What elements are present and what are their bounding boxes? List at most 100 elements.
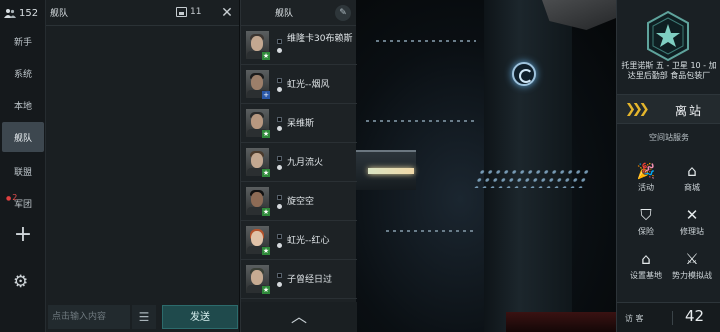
service-label: 活动 [638, 183, 654, 192]
nav-item-label: 舰队 [13, 133, 32, 144]
ship-status-icon [277, 78, 282, 83]
station-panel: 托里诺斯 五 - 卫星 10 - 加达里后勤部 食品包装厂 ❯❯❯ 离站 空间站… [616, 0, 720, 332]
undock-button[interactable]: ❯❯❯ 离站 [617, 94, 720, 124]
member-name: 子曾经日过 [287, 275, 333, 285]
service-events[interactable]: 🎉 活动 [623, 160, 669, 200]
nav-item-newbie[interactable]: 新手 [2, 26, 44, 56]
service-set-home[interactable]: ⌂ 设置基地 [623, 248, 669, 288]
chat-title: 舰队 [50, 9, 69, 19]
nav-item-label: 系统 [13, 69, 32, 80]
users-icon [4, 9, 16, 18]
undock-label: 离站 [675, 104, 704, 118]
online-status-icon [277, 126, 282, 131]
fleet-member[interactable]: ★ 九月流火 [241, 144, 357, 182]
chat-input-row: ☰ 发送 [46, 302, 240, 332]
hangar-light-strip [376, 40, 476, 42]
online-status-icon [277, 48, 282, 53]
online-status-icon [277, 282, 282, 287]
online-status-icon [277, 243, 282, 248]
star-icon: ★ [262, 247, 270, 255]
service-label: 修理站 [680, 227, 704, 236]
member-name: 虹光--烟风 [287, 80, 330, 90]
star-icon: ★ [262, 169, 270, 177]
fleet-member[interactable]: ★ 子曾经日过 [241, 261, 357, 299]
fleet-header: 舰队 ✎ [241, 0, 356, 26]
nav-item-corporation[interactable]: 2 军团 [2, 188, 44, 218]
member-list-icon [176, 7, 187, 17]
party-icon: 🎉 [636, 162, 656, 180]
member-name: 九月流火 [287, 158, 324, 168]
online-count-value: 152 [19, 7, 39, 19]
fleet-member[interactable]: ★ 旋空空 [241, 183, 357, 221]
hangar-lights [472, 168, 590, 188]
wrench-icon: ✕ [685, 206, 699, 224]
unread-badge: 2 [6, 193, 17, 202]
services-title: 空间站服务 [649, 133, 689, 142]
chat-header: 舰队 11 ✕ [46, 0, 239, 26]
ship-status-icon [277, 273, 282, 278]
service-faction-warfare[interactable]: ⚔ 势力模拟战 [669, 248, 715, 288]
online-status-icon [277, 204, 282, 209]
fleet-member[interactable]: ★ 虹光--红心 [241, 222, 357, 260]
nav-item-alliance[interactable]: 联盟 [2, 156, 44, 186]
station-hangar-view [356, 0, 616, 332]
chat-channel-nav: 152 新手 系统 本地 舰队 联盟 2 军团 + ⚙ [0, 0, 46, 332]
service-label: 商城 [684, 183, 700, 192]
corporation-logo-icon [512, 62, 536, 86]
fleet-member[interactable]: + 虹光--烟风 [241, 66, 357, 104]
chat-panel: 舰队 11 ✕ ☰ 发送 [46, 0, 240, 332]
service-label: 势力模拟战 [672, 271, 712, 280]
service-store[interactable]: ⌂ 商城 [669, 160, 715, 200]
hangar-light-strip [366, 120, 476, 122]
station-name: 托里诺斯 五 - 卫星 10 - 加达里后勤部 食品包装厂 [621, 61, 717, 80]
ship-status-icon [277, 39, 282, 44]
nav-item-fleet[interactable]: 舰队 [2, 122, 44, 152]
hangar-light-strip [386, 230, 476, 232]
hangar-floor [506, 312, 616, 332]
member-name: 维隆卡30布赖斯 [287, 34, 353, 44]
divider [672, 311, 673, 325]
close-icon[interactable]: ✕ [218, 4, 236, 22]
deck-light [368, 168, 414, 174]
nav-item-local[interactable]: 本地 [2, 90, 44, 120]
gear-icon[interactable]: ⚙ [13, 272, 28, 292]
nav-item-system[interactable]: 系统 [2, 58, 44, 88]
station-tower [484, 0, 572, 332]
member-name: 呆维斯 [287, 119, 315, 129]
nav-item-label: 新手 [13, 37, 32, 48]
nav-item-label: 本地 [13, 101, 32, 112]
member-name: 虹光--红心 [287, 236, 330, 246]
send-button[interactable]: 发送 [162, 305, 238, 329]
visitors-label: 访 客 [625, 314, 644, 323]
ship-status-icon [277, 195, 282, 200]
plus-icon[interactable]: + [10, 224, 36, 246]
ship-status-icon [277, 117, 282, 122]
member-name: 旋空空 [287, 197, 315, 207]
online-status-icon [277, 87, 282, 92]
sword-icon: ⚔ [685, 250, 699, 268]
list-icon[interactable]: ☰ [132, 305, 156, 329]
shield-icon: ⛉ [640, 206, 652, 224]
edit-icon[interactable]: ✎ [335, 5, 351, 21]
nav-item-label: 联盟 [13, 167, 32, 178]
member-count[interactable]: 11 [176, 7, 201, 17]
star-icon: ★ [262, 286, 270, 294]
fleet-member[interactable]: ★ 维隆卡30布赖斯 [241, 27, 357, 65]
visitors-count: 42 [685, 307, 705, 325]
plus-role-icon: + [262, 91, 270, 99]
ship-status-icon [277, 156, 282, 161]
ship-status-icon [277, 234, 282, 239]
chat-input[interactable] [48, 305, 130, 329]
chevron-right-icon: ❯❯❯ [625, 102, 650, 117]
service-repair[interactable]: ✕ 修理站 [669, 204, 715, 244]
faction-emblem-icon [647, 10, 689, 62]
online-count: 152 [0, 0, 45, 26]
visitors-bar[interactable]: 访 客 42 [617, 302, 720, 332]
fleet-member[interactable]: ★ 呆维斯 [241, 105, 357, 143]
service-label: 设置基地 [630, 271, 662, 280]
chevron-up-icon[interactable]: ︿ [241, 302, 357, 332]
home-icon: ⌂ [641, 250, 651, 268]
online-status-icon [277, 165, 282, 170]
star-icon: ★ [262, 52, 270, 60]
service-insurance[interactable]: ⛉ 保险 [623, 204, 669, 244]
